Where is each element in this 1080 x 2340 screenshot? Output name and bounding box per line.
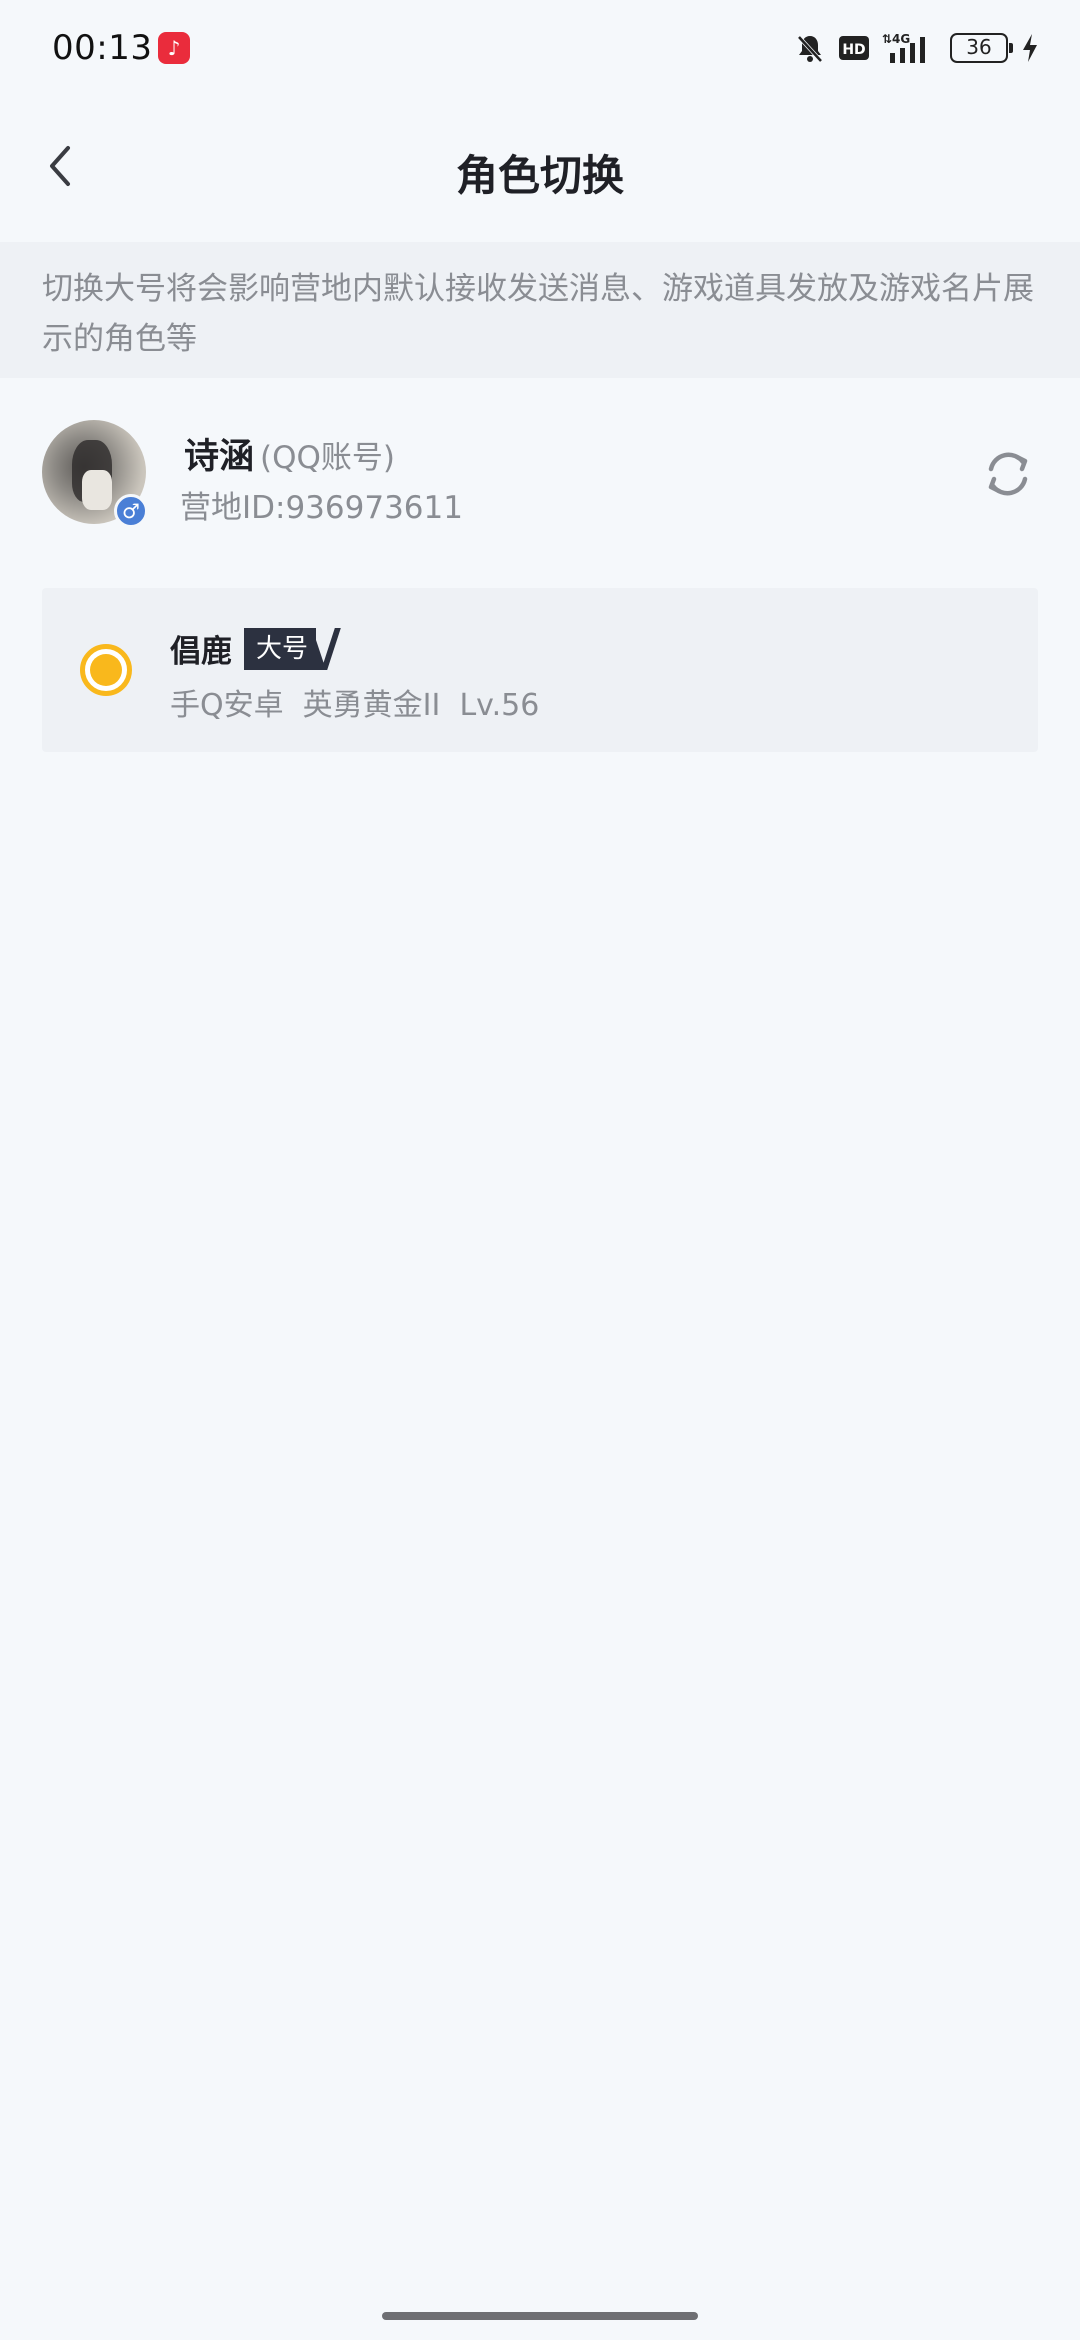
account-name-line: 诗涵 (QQ账号) <box>184 428 395 479</box>
role-card[interactable]: 倡鹿 大号 手Q安卓 英勇黄金II Lv.56 <box>42 588 1038 752</box>
status-time: 00:13 <box>52 28 153 68</box>
account-type: (QQ账号) <box>260 440 396 476</box>
switch-notice: 切换大号将会影响营地内默认接收发送消息、游戏道具发放及游戏名片展示的角色等 <box>0 242 1080 378</box>
role-switch-page: 00:13 ♪ HD ⇅4G 36 角色切换 切换大号将会影响营地内默认接收发送… <box>0 0 1080 2340</box>
svg-text:⇅4G: ⇅4G <box>882 32 910 46</box>
gender-male-icon: ♂ <box>114 494 148 528</box>
account-id: 营地ID:936973611 <box>180 490 463 526</box>
account-name: 诗涵 <box>184 437 255 477</box>
radio-dot <box>90 654 122 686</box>
refresh-icon <box>988 452 1028 496</box>
header: 角色切换 <box>0 96 1080 242</box>
role-radio-selected[interactable] <box>80 644 132 696</box>
switch-account-button[interactable] <box>978 444 1038 504</box>
music-app-icon: ♪ <box>158 32 190 64</box>
main-account-tag-label: 大号 <box>256 633 309 664</box>
role-name: 倡鹿 <box>170 634 232 670</box>
home-indicator[interactable] <box>382 2312 698 2320</box>
hd-icon: HD <box>839 36 869 60</box>
main-account-tag: 大号 <box>244 627 358 670</box>
bell-muted-icon <box>797 35 823 63</box>
svg-text:HD: HD <box>842 42 865 58</box>
status-icons: HD ⇅4G 36 <box>794 28 1040 68</box>
battery-indicator: 36 <box>950 33 1013 63</box>
role-info: 手Q安卓 英勇黄金II Lv.56 <box>170 688 540 723</box>
status-bar: 00:13 ♪ HD ⇅4G 36 <box>0 0 1080 96</box>
page-title: 角色切换 <box>455 151 624 200</box>
role-name-line: 倡鹿 大号 <box>170 626 358 671</box>
account-row: ♂ 诗涵 (QQ账号) 营地ID:936973611 <box>0 410 1080 540</box>
signal-4g-icon: ⇅4G <box>882 32 925 63</box>
charging-bolt-icon <box>1023 34 1037 62</box>
